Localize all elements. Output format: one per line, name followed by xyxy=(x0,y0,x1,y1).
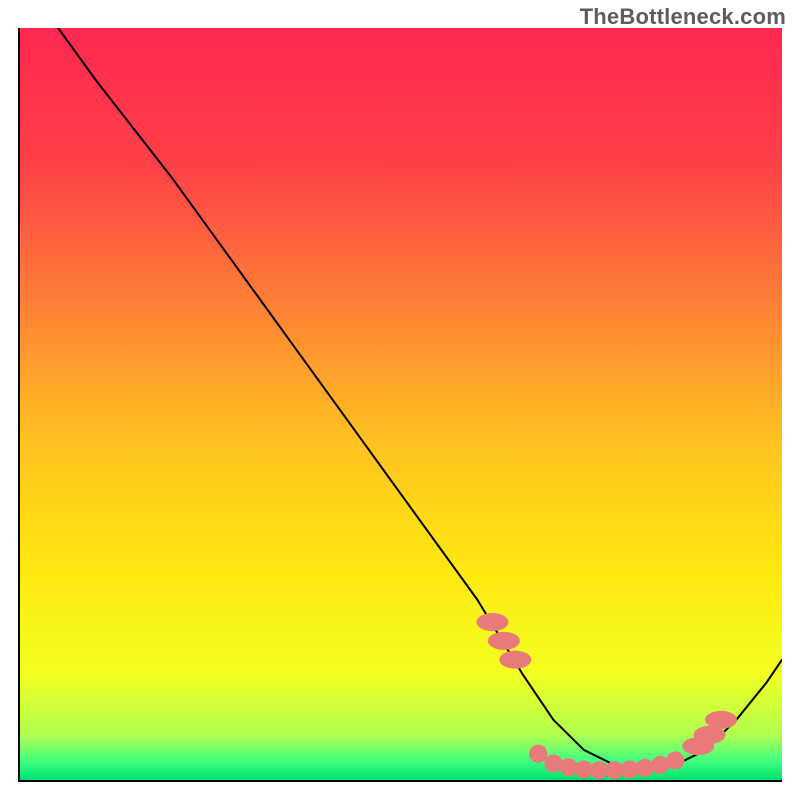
marker-flat-marker-caps xyxy=(705,711,737,729)
plot-area xyxy=(18,28,782,782)
chart-svg xyxy=(20,28,782,780)
watermark-text: TheBottleneck.com xyxy=(580,4,786,30)
marker-flat-marker-valley xyxy=(666,751,684,769)
marker-flat-marker-caps xyxy=(476,613,508,631)
marker-flat-marker-valley xyxy=(529,745,547,763)
marker-flat-marker-valley xyxy=(544,754,562,772)
chart-frame: TheBottleneck.com xyxy=(0,0,800,800)
marker-flat-marker-caps xyxy=(488,632,520,650)
marker-flat-marker-caps xyxy=(499,651,531,669)
marker-flat-marker-valley xyxy=(636,759,654,777)
chart-background xyxy=(20,28,782,780)
